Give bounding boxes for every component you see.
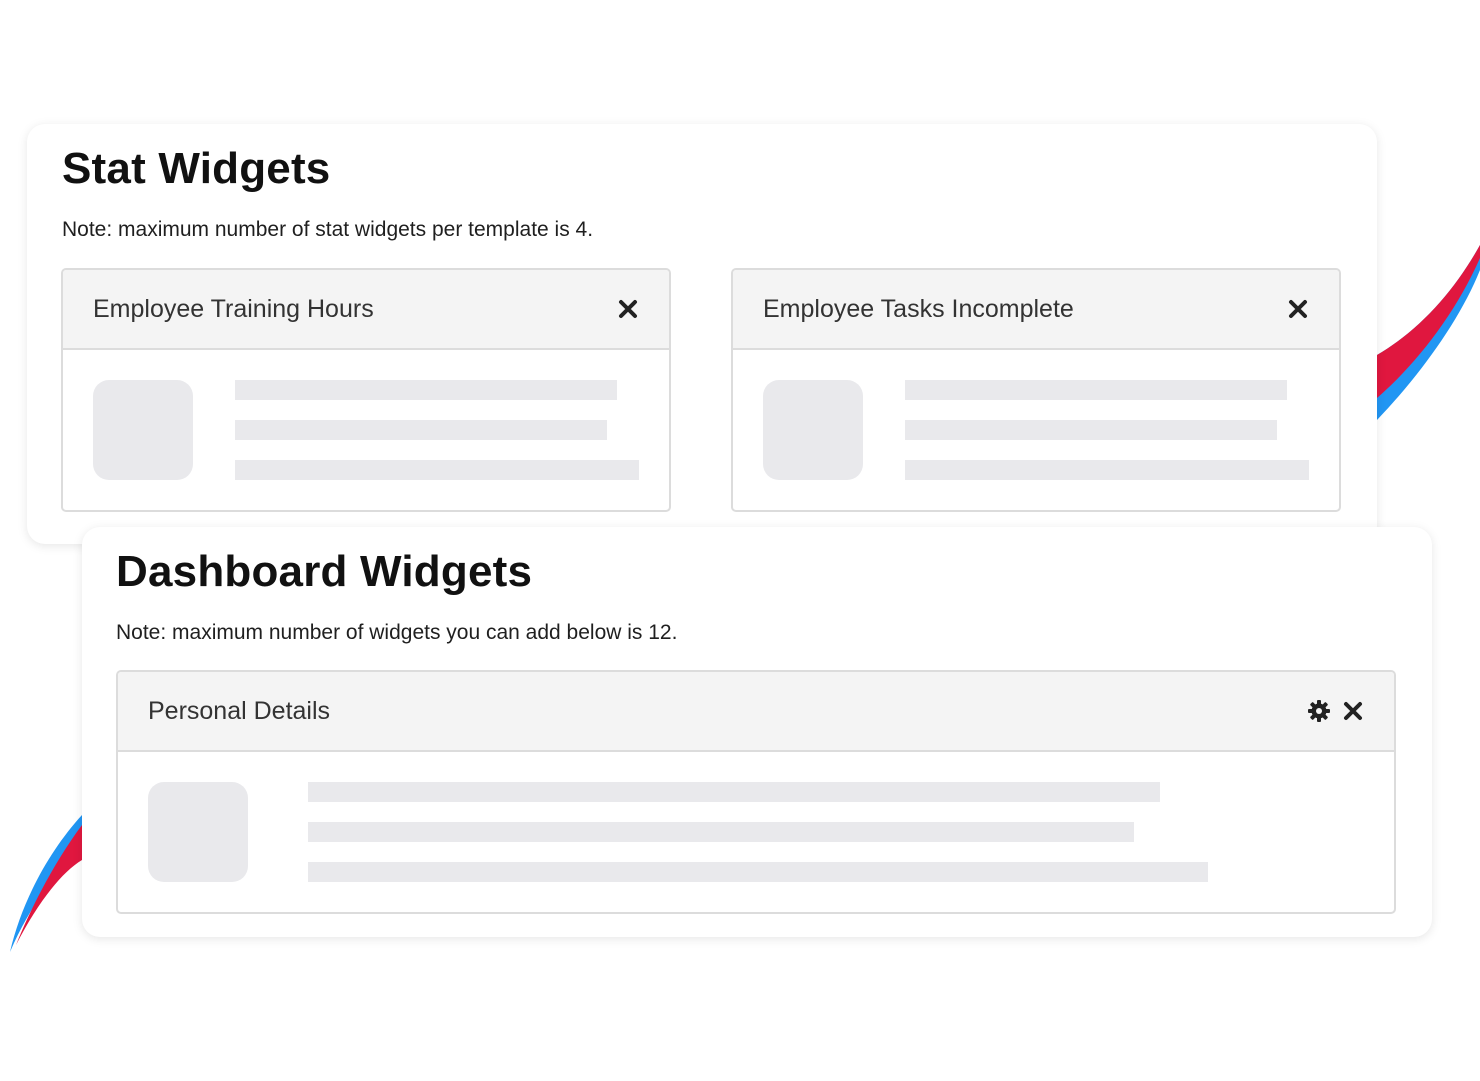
placeholder-line <box>308 862 1208 882</box>
widget-header: Employee Training Hours <box>63 270 669 350</box>
placeholder-line <box>235 380 617 400</box>
placeholder-line <box>235 460 639 480</box>
widget-body-placeholder <box>118 752 1394 912</box>
widget-actions <box>1306 698 1366 724</box>
placeholder-line <box>308 822 1134 842</box>
close-icon[interactable] <box>1340 698 1366 724</box>
stat-widget-employee-training-hours: Employee Training Hours <box>61 268 671 512</box>
placeholder-line <box>308 782 1160 802</box>
stat-widgets-title: Stat Widgets <box>62 144 331 193</box>
placeholder-line <box>905 380 1287 400</box>
placeholder-thumbnail <box>148 782 248 882</box>
placeholder-line <box>905 460 1309 480</box>
close-icon[interactable] <box>1285 296 1311 322</box>
widget-title: Personal Details <box>148 696 331 725</box>
widget-title: Employee Tasks Incomplete <box>763 294 1074 323</box>
dashboard-widget-personal-details: Personal Details <box>116 670 1396 914</box>
widget-title: Employee Training Hours <box>93 294 374 323</box>
placeholder-line <box>235 420 607 440</box>
stat-widgets-panel: Stat Widgets Note: maximum number of sta… <box>27 124 1377 544</box>
close-icon[interactable] <box>615 296 641 322</box>
widget-header: Employee Tasks Incomplete <box>733 270 1339 350</box>
widget-actions <box>1285 296 1311 322</box>
placeholder-thumbnail <box>93 380 193 480</box>
placeholder-line <box>905 420 1277 440</box>
dashboard-widgets-title: Dashboard Widgets <box>116 547 533 596</box>
stat-widgets-note: Note: maximum number of stat widgets per… <box>62 218 594 241</box>
widget-body-placeholder <box>733 350 1339 510</box>
widget-body-placeholder <box>63 350 669 510</box>
stage: Stat Widgets Note: maximum number of sta… <box>0 0 1480 1081</box>
stat-widget-employee-tasks-incomplete: Employee Tasks Incomplete <box>731 268 1341 512</box>
dashboard-widgets-panel: Dashboard Widgets Note: maximum number o… <box>82 527 1432 937</box>
gear-icon[interactable] <box>1306 698 1332 724</box>
placeholder-thumbnail <box>763 380 863 480</box>
widget-actions <box>615 296 641 322</box>
dashboard-widgets-note: Note: maximum number of widgets you can … <box>116 621 678 644</box>
widget-header: Personal Details <box>118 672 1394 752</box>
